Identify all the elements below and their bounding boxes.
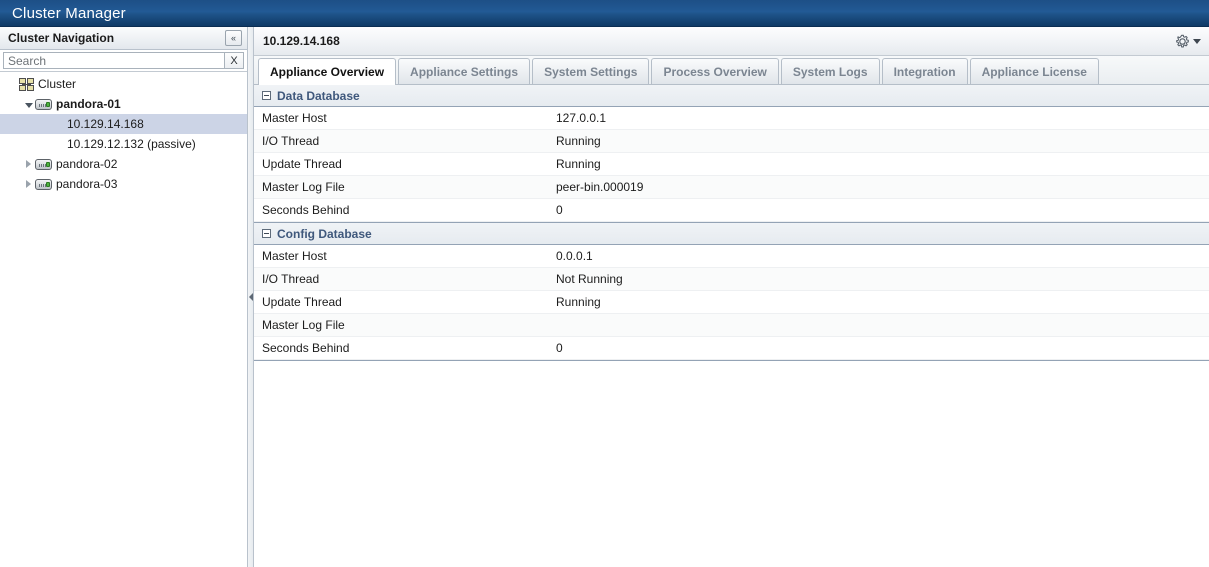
tab-label: Process Overview [663,64,767,79]
property-value: 0.0.0.1 [556,249,593,263]
property-label: Update Thread [262,295,342,309]
property-value: Running [556,295,601,309]
property-value: 0 [556,203,563,217]
section-header[interactable]: Config Database [254,223,1209,245]
property-value: Not Running [556,272,623,286]
tab-appliance-license[interactable]: Appliance License [969,58,1099,84]
workspace: Cluster Navigation « X Cluster pandora-01… [0,27,1209,567]
property-row: Seconds Behind 0 [254,337,1209,360]
tab-appliance-overview[interactable]: Appliance Overview [258,58,397,85]
appliance-overview-body: Data Database Master Host 127.0.0.1 I/O Thr… [254,85,1209,567]
tab-system-logs[interactable]: System Logs [780,58,880,84]
search-input[interactable] [3,52,224,69]
property-row: Update Thread Running [254,291,1209,314]
property-row: Master Host 0.0.0.1 [254,245,1209,268]
section-title: Config Database [277,226,372,241]
navigation-panel-title: Cluster Navigation [8,31,115,45]
property-value: Running [556,157,601,171]
property-value: Running [556,134,601,148]
section-config-database: Config Database Master Host 0.0.0.1 I/O Thr… [254,223,1209,361]
cluster-navigation-panel: Cluster Navigation « X Cluster pandora-01… [0,27,248,567]
chevron-down-icon[interactable] [1193,38,1201,44]
section-data-database: Data Database Master Host 127.0.0.1 I/O Thr… [254,85,1209,223]
tab-appliance-settings[interactable]: Appliance Settings [398,58,531,84]
property-label: I/O Thread [262,272,320,286]
navigation-panel-header: Cluster Navigation « [0,27,247,50]
tab-integration[interactable]: Integration [881,58,968,84]
tab-label: Appliance Overview [270,65,385,79]
tab-strip: Appliance Overview Appliance Settings Syst… [254,56,1209,85]
property-label: Master Host [262,111,327,125]
tab-label: Integration [893,64,956,79]
tree-item-label: pandora-01 [56,97,121,111]
tree-item-10-129-14-168[interactable]: 10.129.14.168 [0,114,247,134]
property-label: Seconds Behind [262,203,350,217]
tree-item-label: 10.129.12.132 (passive) [67,137,196,151]
section-collapse-icon[interactable] [262,229,271,238]
tree-item-cluster[interactable]: Cluster [0,74,247,94]
cluster-tree[interactable]: Cluster pandora-01 10.129.14.168 10.129.12.… [0,72,247,567]
section-collapse-icon[interactable] [262,91,271,100]
server-icon [35,158,52,170]
property-label: Master Log File [262,180,345,194]
tab-system-settings[interactable]: System Settings [532,58,650,84]
gear-icon[interactable] [1175,34,1190,49]
property-value: peer-bin.000019 [556,180,644,194]
tab-label: Appliance Settings [410,64,519,79]
property-label: Master Log File [262,318,345,332]
twisty-expanded-icon[interactable] [22,102,35,107]
header-tools [1175,34,1201,49]
property-label: Master Host [262,249,327,263]
collapse-left-arrow-icon[interactable] [248,293,253,301]
tab-process-overview[interactable]: Process Overview [651,58,779,84]
tree-item-label: 10.129.14.168 [67,117,144,131]
content-header: 10.129.14.168 [254,27,1209,56]
content-panel: 10.129.14.168 Appliance Overview Applianc… [254,27,1209,567]
app-title: Cluster Manager [12,4,126,22]
tree-item-label: Cluster [38,77,77,91]
property-value: 0 [556,341,563,355]
app-title-bar: Cluster Manager [0,0,1209,27]
tree-item-pandora-03[interactable]: pandora-03 [0,174,247,194]
property-row: Master Host 127.0.0.1 [254,107,1209,130]
property-row: Master Log File peer-bin.000019 [254,176,1209,199]
server-icon [35,98,52,110]
property-row: Master Log File [254,314,1209,337]
cluster-icon [19,77,34,91]
section-header[interactable]: Data Database [254,85,1209,107]
property-label: Seconds Behind [262,341,350,355]
server-icon [35,178,52,190]
property-row: Seconds Behind 0 [254,199,1209,222]
tab-label: System Logs [792,64,868,79]
page-title: 10.129.14.168 [263,34,340,48]
search-row: X [0,50,247,72]
twisty-collapsed-icon[interactable] [22,180,35,188]
double-chevron-left-icon[interactable]: « [225,30,242,46]
section-title: Data Database [277,88,360,103]
twisty-collapsed-icon[interactable] [22,160,35,168]
property-label: I/O Thread [262,134,320,148]
tree-item-pandora-02[interactable]: pandora-02 [0,154,247,174]
property-row: I/O Thread Running [254,130,1209,153]
property-row: I/O Thread Not Running [254,268,1209,291]
tree-item-label: pandora-03 [56,177,118,191]
tree-item-pandora-01[interactable]: pandora-01 [0,94,247,114]
panel-splitter[interactable] [248,27,254,567]
tab-label: Appliance License [981,64,1087,79]
property-value: 127.0.0.1 [556,111,607,125]
clear-search-button[interactable]: X [224,52,244,69]
property-row: Update Thread Running [254,153,1209,176]
tab-label: System Settings [544,64,638,79]
tree-item-label: pandora-02 [56,157,118,171]
tree-item-10-129-12-132-passive[interactable]: 10.129.12.132 (passive) [0,134,247,154]
property-label: Update Thread [262,157,342,171]
